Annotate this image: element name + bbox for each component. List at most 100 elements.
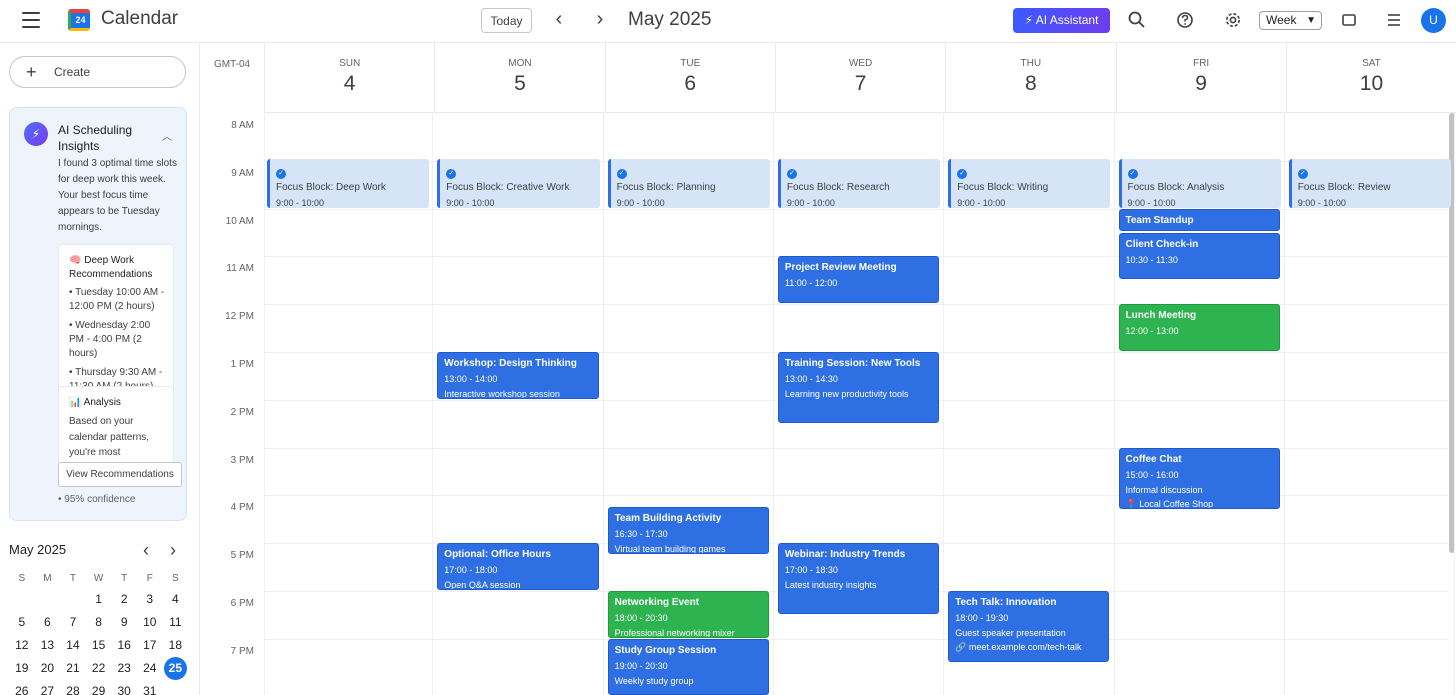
mini-day-cell[interactable]: 16 <box>111 634 137 657</box>
event-team-standup[interactable]: Team Standup 10:00 - 10:30 <box>1118 208 1280 232</box>
mini-weekday-label: S <box>172 573 179 584</box>
event-workshop[interactable]: Workshop: Design Thinking 13:00 - 14:00 In… <box>437 352 599 399</box>
event-description: Informal discussion <box>1125 484 1203 495</box>
next-week-icon[interactable]: › <box>589 9 611 31</box>
search-icon[interactable] <box>1127 10 1147 30</box>
help-icon[interactable] <box>1175 10 1195 30</box>
focus-block-event[interactable]: ✓ Focus Block: Research 9:00 - 10:00 <box>777 159 941 208</box>
event-networking[interactable]: Networking Event 18:00 - 20:30 Professiona… <box>607 591 769 638</box>
mini-day-cell[interactable]: 12 <box>9 634 35 657</box>
event-title: Tech Talk: Innovation <box>955 597 1057 608</box>
create-button[interactable]: + Create <box>9 56 186 88</box>
event-time: 9:00 - 10:00 <box>276 198 325 208</box>
prev-week-icon[interactable]: ‹ <box>548 9 570 31</box>
ai-insights-panel: ⚡ AI Scheduling Insights ︿ I found 3 opt… <box>9 107 187 521</box>
day-date[interactable]: 5 <box>435 72 604 96</box>
event-training[interactable]: Training Session: New Tools 13:00 - 14:30… <box>777 352 940 423</box>
mini-day-cell[interactable]: 7 <box>60 611 86 634</box>
day-header-sun[interactable]: SUN 4 <box>264 43 434 112</box>
event-client-checkin[interactable]: Client Check-in 10:30 - 11:30 <box>1118 232 1280 280</box>
mini-day-cell[interactable]: 26 <box>9 680 35 695</box>
mini-day-cell[interactable]: 23 <box>111 657 137 680</box>
day-date[interactable]: 7 <box>776 72 945 96</box>
mini-day-cell[interactable]: 5 <box>9 611 35 634</box>
view-recommendations-button[interactable]: View Recommendations <box>58 462 182 487</box>
time-label: 11 AM <box>226 263 254 275</box>
mini-day-cell[interactable]: 21 <box>60 657 86 680</box>
selected-day[interactable]: 25 <box>163 657 187 680</box>
recommendation-item: • Tuesday 10:00 AM - 12:00 PM (2 hours) <box>69 287 165 312</box>
day-header-mon[interactable]: MON 5 <box>434 43 604 112</box>
day-date[interactable]: 4 <box>265 72 434 96</box>
event-location: 📍 Local Coffee Shop <box>1125 498 1214 509</box>
event-lunch-meeting[interactable]: Lunch Meeting 12:00 - 13:00 <box>1118 304 1280 351</box>
event-office-hours[interactable]: Optional: Office Hours 17:00 - 18:00 Open … <box>437 543 599 590</box>
collapse-chevron-icon[interactable]: ︿ <box>162 128 172 143</box>
mini-day-cell[interactable]: 17 <box>137 634 163 657</box>
day-header-sat[interactable]: SAT 10 <box>1285 43 1456 112</box>
mini-day-cell[interactable]: 19 <box>9 657 35 680</box>
day-header-thu[interactable]: THU 8 <box>945 43 1115 112</box>
panel-toggle-icon[interactable] <box>1339 10 1359 30</box>
mini-day-cell[interactable]: 15 <box>86 634 112 657</box>
mini-day-cell[interactable]: 3 <box>137 588 163 611</box>
mini-day-cell[interactable]: 11 <box>163 611 189 634</box>
mini-day-cell[interactable]: 1 <box>86 588 112 611</box>
mini-empty-cell <box>163 680 189 695</box>
focus-block-event[interactable]: ✓ Focus Block: Writing 9:00 - 10:00 <box>948 159 1111 208</box>
mini-day-cell[interactable]: 10 <box>137 611 163 634</box>
focus-block-event[interactable]: ✓ Focus Block: Deep Work 9:00 - 10:00 <box>267 159 430 208</box>
mini-day-cell[interactable]: 25 <box>163 657 189 680</box>
focus-block-event[interactable]: ✓ Focus Block: Planning 9:00 - 10:00 <box>607 159 770 208</box>
deep-work-card: 🧠 Deep Work Recommendations • Tuesday 10… <box>58 244 174 406</box>
day-header-tue[interactable]: TUE 6 <box>604 43 775 112</box>
focus-block-event[interactable]: ✓ Focus Block: Analysis 9:00 - 10:00 <box>1118 159 1281 208</box>
focus-block-event[interactable]: ✓ Focus Block: Review 9:00 - 10:00 <box>1288 159 1452 208</box>
mini-prev-month-icon[interactable]: ‹ <box>143 540 149 561</box>
event-team-building[interactable]: Team Building Activity 16:30 - 17:30 Virtu… <box>607 507 769 555</box>
day-header-fri[interactable]: FRI 9 <box>1115 43 1286 112</box>
event-coffee-chat[interactable]: Coffee Chat 15:00 - 16:00 Informal discuss… <box>1118 447 1280 509</box>
mini-day-cell[interactable]: 13 <box>35 634 61 657</box>
header-divider <box>264 112 1456 113</box>
event-title: Focus Block: Analysis <box>1127 182 1225 193</box>
mini-next-month-icon[interactable]: › <box>170 540 176 561</box>
ai-assistant-button[interactable]: ⚡ AI Assistant <box>1013 8 1110 33</box>
mini-empty-cell <box>35 588 61 611</box>
event-tech-talk[interactable]: Tech Talk: Innovation 18:00 - 19:30 Guest … <box>948 591 1110 662</box>
main-menu-icon[interactable] <box>22 12 40 28</box>
event-project-review[interactable]: Project Review Meeting 11:00 - 12:00 <box>777 256 940 304</box>
day-date[interactable]: 9 <box>1117 72 1286 96</box>
event-title: Focus Block: Research <box>786 182 890 193</box>
day-date[interactable]: 10 <box>1287 72 1456 96</box>
mini-weekday-label: M <box>43 573 52 584</box>
day-header-wed[interactable]: WED 7 <box>774 43 945 112</box>
mini-day-cell[interactable]: 8 <box>86 611 112 634</box>
mini-day-cell[interactable]: 20 <box>35 657 61 680</box>
time-label: 2 PM <box>230 406 254 418</box>
mini-day-cell[interactable]: 6 <box>35 611 61 634</box>
view-select[interactable]: Week ▼ <box>1259 11 1322 30</box>
app-title: Calendar <box>101 8 179 29</box>
event-study-group[interactable]: Study Group Session 19:00 - 20:30 Weekly s… <box>607 638 769 695</box>
event-webinar[interactable]: Webinar: Industry Trends 17:00 - 18:30 Lat… <box>777 543 940 614</box>
mini-day-cell[interactable]: 31 <box>137 680 163 695</box>
mini-day-cell[interactable]: 28 <box>60 680 86 695</box>
more-menu-icon[interactable] <box>1384 10 1404 30</box>
day-date[interactable]: 8 <box>946 72 1115 96</box>
mini-day-cell[interactable]: 18 <box>163 634 189 657</box>
mini-day-cell[interactable]: 27 <box>35 680 61 695</box>
today-button[interactable]: Today <box>481 8 532 33</box>
mini-day-cell[interactable]: 9 <box>111 611 137 634</box>
mini-day-cell[interactable]: 29 <box>86 680 112 695</box>
mini-day-cell[interactable]: 14 <box>60 634 86 657</box>
focus-block-event[interactable]: ✓ Focus Block: Creative Work 9:00 - 10:00 <box>437 159 600 208</box>
mini-day-cell[interactable]: 4 <box>163 588 189 611</box>
mini-day-cell[interactable]: 2 <box>111 588 137 611</box>
mini-day-cell[interactable]: 24 <box>137 657 163 680</box>
mini-day-cell[interactable]: 30 <box>111 680 137 695</box>
day-date[interactable]: 6 <box>606 72 775 96</box>
mini-day-cell[interactable]: 22 <box>86 657 112 680</box>
user-avatar[interactable]: U <box>1421 8 1446 33</box>
settings-gear-icon[interactable] <box>1223 10 1243 30</box>
